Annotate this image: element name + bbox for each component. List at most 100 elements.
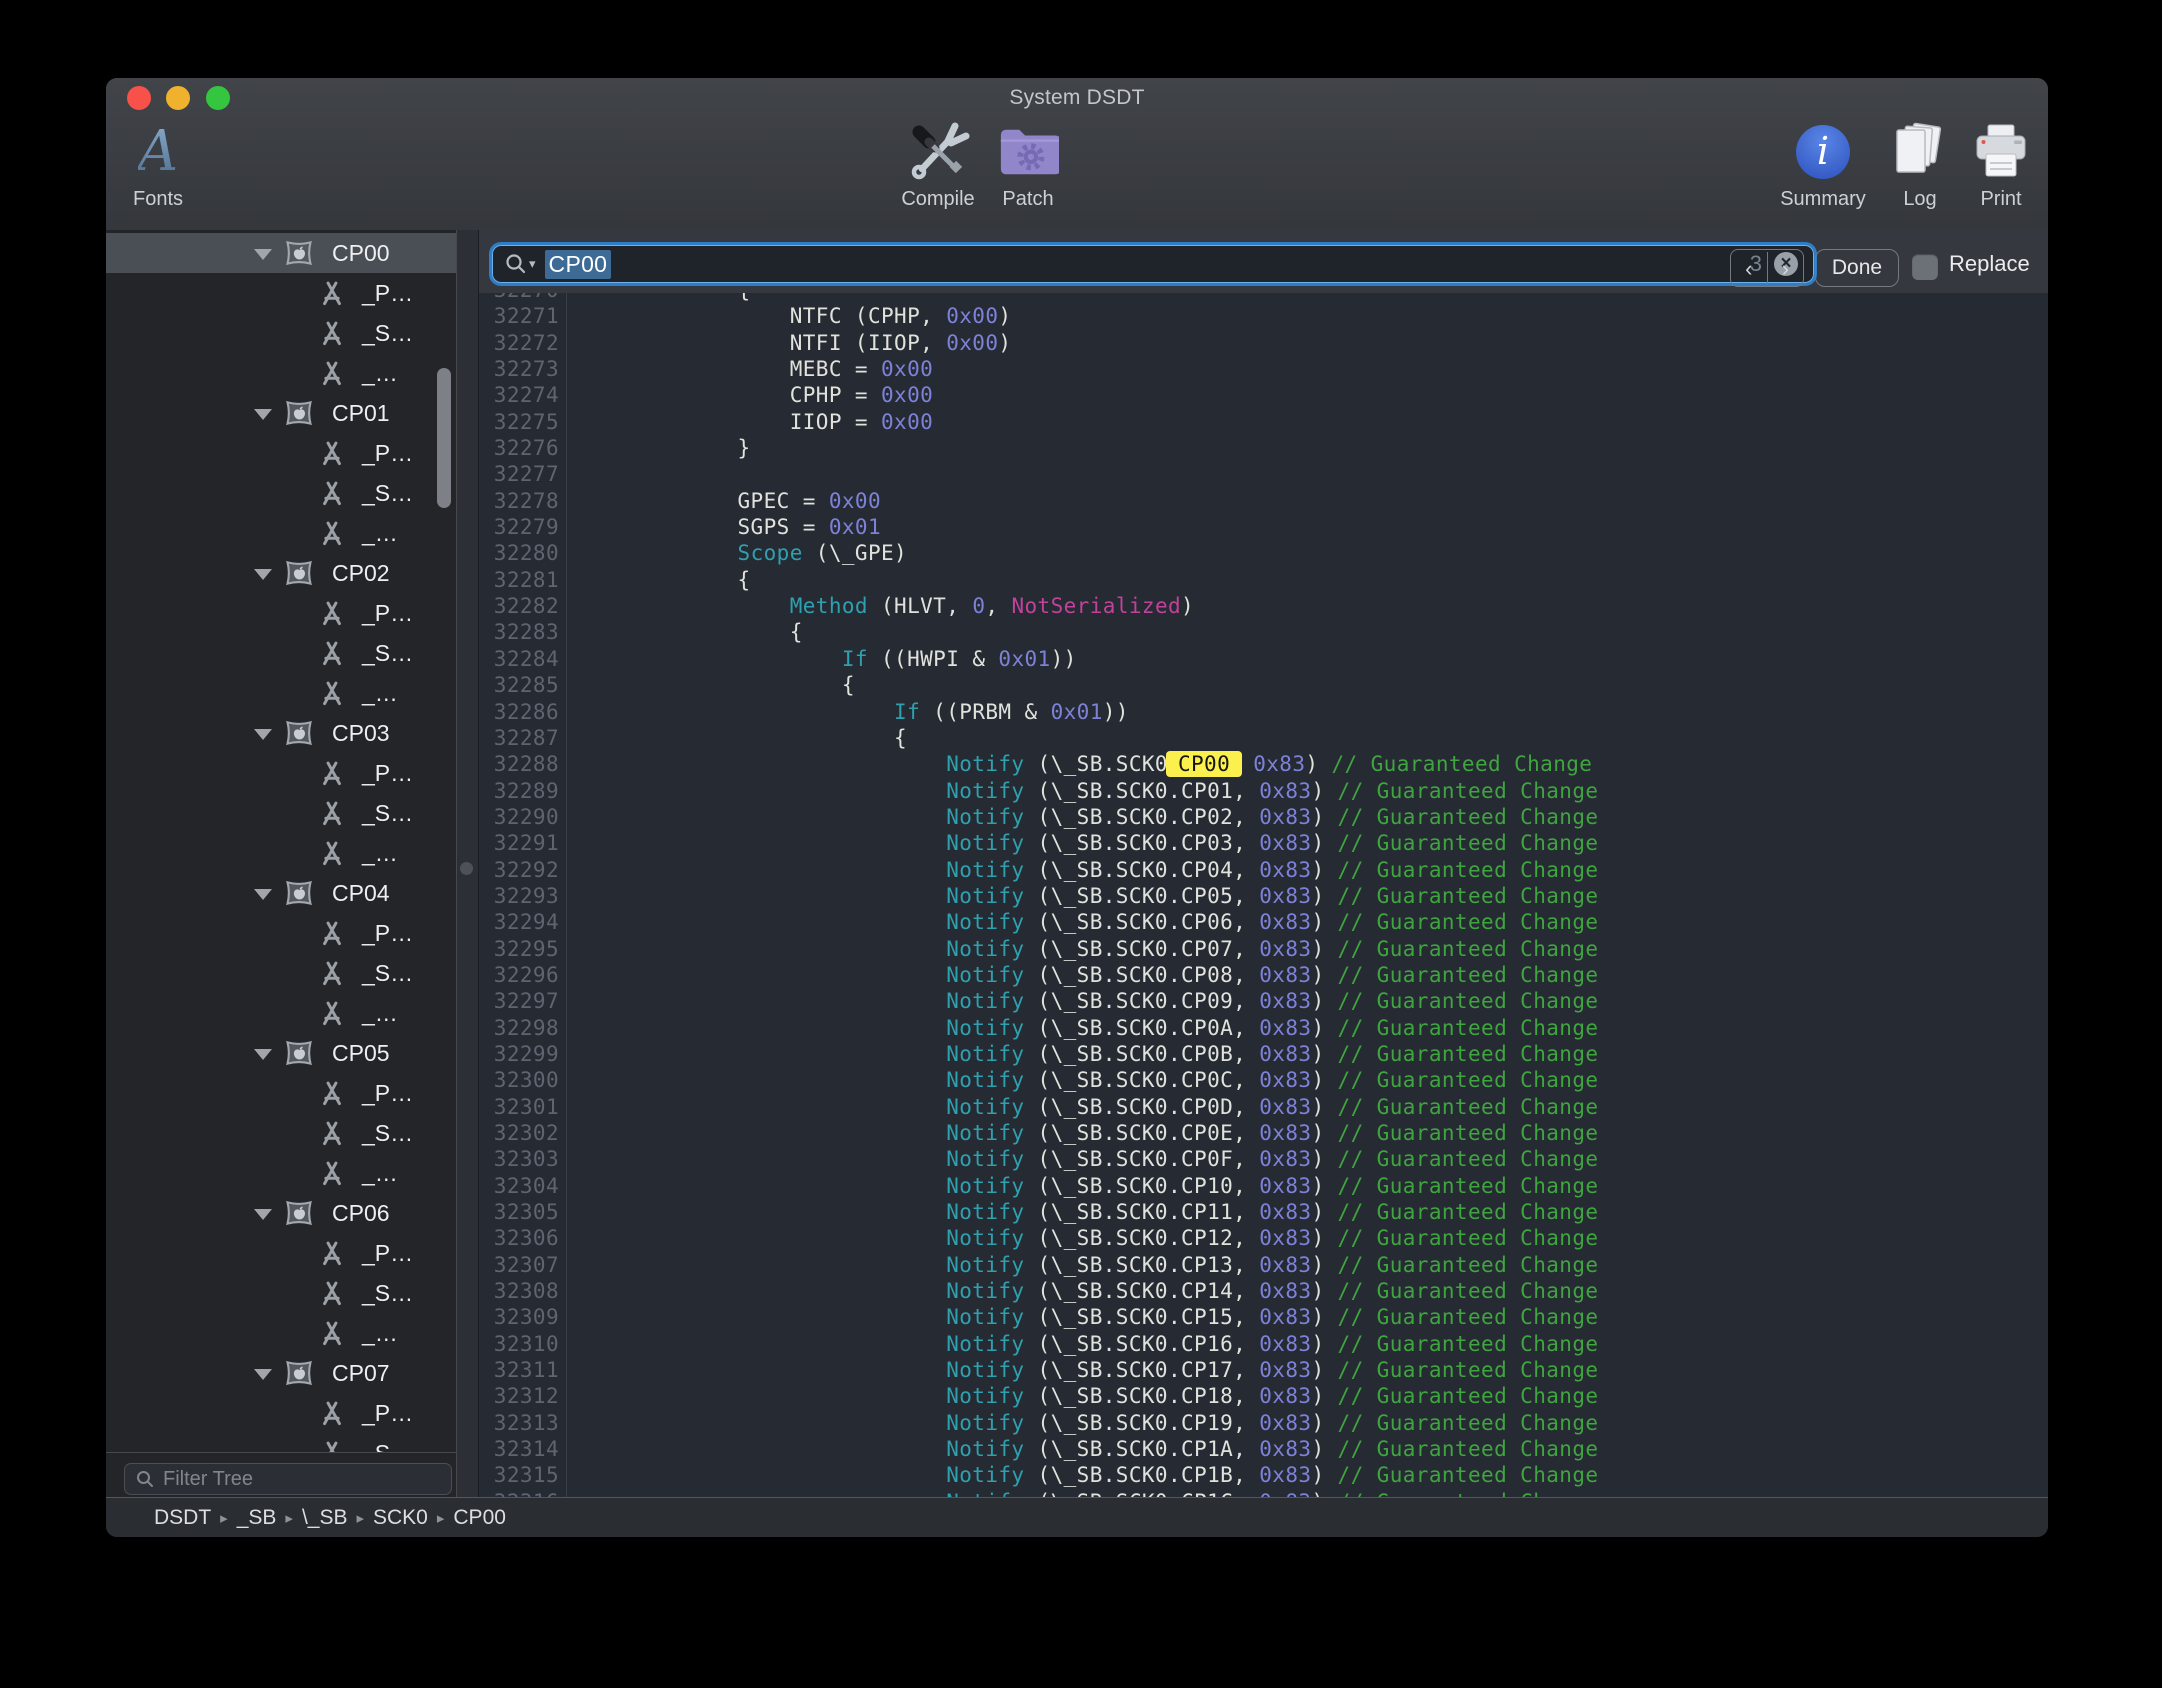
code-text (567, 461, 581, 487)
line-number: 32293 (479, 883, 567, 909)
code-line: 32303 Notify (\_SB.SCK0.CP0F, 0x83) // G… (479, 1146, 2048, 1172)
breadcrumb-item-dsdt[interactable]: DSDT (154, 1506, 211, 1530)
code-text: Notify (\_SB.SCK0.CP04, 0x83) // Guarant… (567, 857, 1598, 883)
code-text: { (567, 293, 751, 303)
scope-icon (284, 1199, 314, 1232)
scope-icon (284, 399, 314, 432)
tree-child-item[interactable]: _S… (106, 313, 456, 353)
tree-item-cp05[interactable]: CP05 (106, 1033, 456, 1073)
code-text: Notify (\_SB.SCK0.CP09, 0x83) // Guarant… (567, 988, 1598, 1014)
tree-item-label: _… (362, 680, 398, 707)
disclosure-triangle-icon[interactable] (254, 1369, 272, 1380)
tree-child-item[interactable]: _S… (106, 1433, 456, 1452)
sidebar-scrollbar-thumb[interactable] (437, 368, 451, 508)
scope-icon (284, 879, 314, 912)
tree-child-item[interactable]: _… (106, 353, 456, 393)
method-icon (318, 1280, 346, 1313)
line-number: 32298 (479, 1015, 567, 1041)
tree-item-cp01[interactable]: CP01 (106, 393, 456, 433)
breadcrumb-item-cp00[interactable]: CP00 (453, 1506, 506, 1530)
tree-item-label: _P… (362, 280, 413, 307)
tree-item-label: _S… (362, 1280, 413, 1307)
tree-child-item[interactable]: _… (106, 833, 456, 873)
disclosure-triangle-icon[interactable] (254, 729, 272, 740)
split-divider[interactable] (456, 230, 479, 1497)
disclosure-triangle-icon[interactable] (254, 1049, 272, 1060)
method-icon (318, 1120, 346, 1153)
tree-child-item[interactable]: _… (106, 513, 456, 553)
method-icon (318, 1160, 346, 1193)
replace-checkbox[interactable] (1912, 254, 1938, 280)
tree-child-item[interactable]: _S… (106, 953, 456, 993)
tree-child-item[interactable]: _S… (106, 1113, 456, 1153)
code-line: 32288 Notify (\_SB.SCK0CP00 0x83) // Gua… (479, 751, 2048, 777)
disclosure-triangle-icon[interactable] (254, 569, 272, 580)
line-number: 32307 (479, 1252, 567, 1278)
tree-child-item[interactable]: _S… (106, 633, 456, 673)
disclosure-triangle-icon[interactable] (254, 249, 272, 260)
tree-item-cp02[interactable]: CP02 (106, 553, 456, 593)
breadcrumb-separator-icon: ▸ (220, 1509, 228, 1527)
breadcrumb-item-sb[interactable]: \_SB (302, 1506, 348, 1530)
done-button[interactable]: Done (1815, 249, 1899, 287)
code-line: 32292 Notify (\_SB.SCK0.CP04, 0x83) // G… (479, 857, 2048, 883)
filter-tree-input[interactable]: Filter Tree (124, 1463, 452, 1495)
tree-child-item[interactable]: _P… (106, 273, 456, 313)
code-line: 32308 Notify (\_SB.SCK0.CP14, 0x83) // G… (479, 1278, 2048, 1304)
tree-child-item[interactable]: _P… (106, 593, 456, 633)
disclosure-triangle-icon[interactable] (254, 409, 272, 420)
tree-child-item[interactable]: _P… (106, 1073, 456, 1113)
tree-child-item[interactable]: _P… (106, 753, 456, 793)
tree-child-item[interactable]: _… (106, 993, 456, 1033)
tree-child-item[interactable]: _P… (106, 1233, 456, 1273)
tree-child-item[interactable]: _S… (106, 1273, 456, 1313)
breadcrumb-item-sck0[interactable]: SCK0 (373, 1506, 428, 1530)
code-line: 32270 { (479, 293, 2048, 303)
tree-child-item[interactable]: _P… (106, 913, 456, 953)
search-input[interactable]: ▾ CP00 3 × (492, 245, 1814, 283)
method-icon (318, 600, 346, 633)
method-icon (318, 480, 346, 513)
tree-child-item[interactable]: _… (106, 1153, 456, 1193)
line-number: 32272 (479, 330, 567, 356)
toolbar-item-print[interactable]: Print (1936, 118, 2048, 211)
line-number: 32305 (479, 1199, 567, 1225)
tree-child-item[interactable]: _P… (106, 433, 456, 473)
line-number: 32316 (479, 1489, 567, 1497)
tree-child-item[interactable]: _… (106, 1313, 456, 1353)
line-number: 32286 (479, 699, 567, 725)
tree-child-item[interactable]: _S… (106, 793, 456, 833)
tree-child-item[interactable]: _P… (106, 1393, 456, 1433)
tree-child-item[interactable]: _… (106, 673, 456, 713)
method-icon (318, 1000, 346, 1033)
tree-item-cp07[interactable]: CP07 (106, 1353, 456, 1393)
disclosure-triangle-icon[interactable] (254, 889, 272, 900)
code-text: Scope (\_GPE) (567, 540, 907, 566)
tree-item-cp06[interactable]: CP06 (106, 1193, 456, 1233)
find-previous-button[interactable]: ‹ (1731, 252, 1768, 285)
tree-item-cp03[interactable]: CP03 (106, 713, 456, 753)
code-text: { (567, 567, 751, 593)
toolbar-item-fonts[interactable]: A Fonts (106, 118, 223, 211)
toolbar-item-patch[interactable]: Patch (963, 118, 1093, 211)
divider-handle-icon (460, 862, 473, 875)
tree-item-cp04[interactable]: CP04 (106, 873, 456, 913)
code-line: 32302 Notify (\_SB.SCK0.CP0E, 0x83) // G… (479, 1120, 2048, 1146)
code-text: Notify (\_SB.SCK0.CP15, 0x83) // Guarant… (567, 1304, 1598, 1330)
search-highlight: CP00 (1166, 751, 1242, 777)
search-icon[interactable] (504, 252, 528, 276)
find-next-button[interactable]: › (1768, 252, 1804, 285)
line-number: 32270 (479, 293, 567, 303)
search-menu-chevron-icon[interactable]: ▾ (529, 256, 536, 272)
code-text: Notify (\_SB.SCK0.CP05, 0x83) // Guarant… (567, 883, 1598, 909)
tree-child-item[interactable]: _S… (106, 473, 456, 513)
method-icon (318, 640, 346, 673)
tree-item-label: CP02 (332, 560, 390, 587)
breadcrumb-item-sb[interactable]: _SB (237, 1506, 277, 1530)
code-line: 32297 Notify (\_SB.SCK0.CP09, 0x83) // G… (479, 988, 2048, 1014)
code-editor[interactable]: 32270 {32271 NTFC (CPHP, 0x00)32272 NTFI… (479, 293, 2048, 1497)
scope-icon (284, 559, 314, 592)
line-number: 32282 (479, 593, 567, 619)
tree-item-cp00[interactable]: CP00 (106, 233, 456, 273)
disclosure-triangle-icon[interactable] (254, 1209, 272, 1220)
